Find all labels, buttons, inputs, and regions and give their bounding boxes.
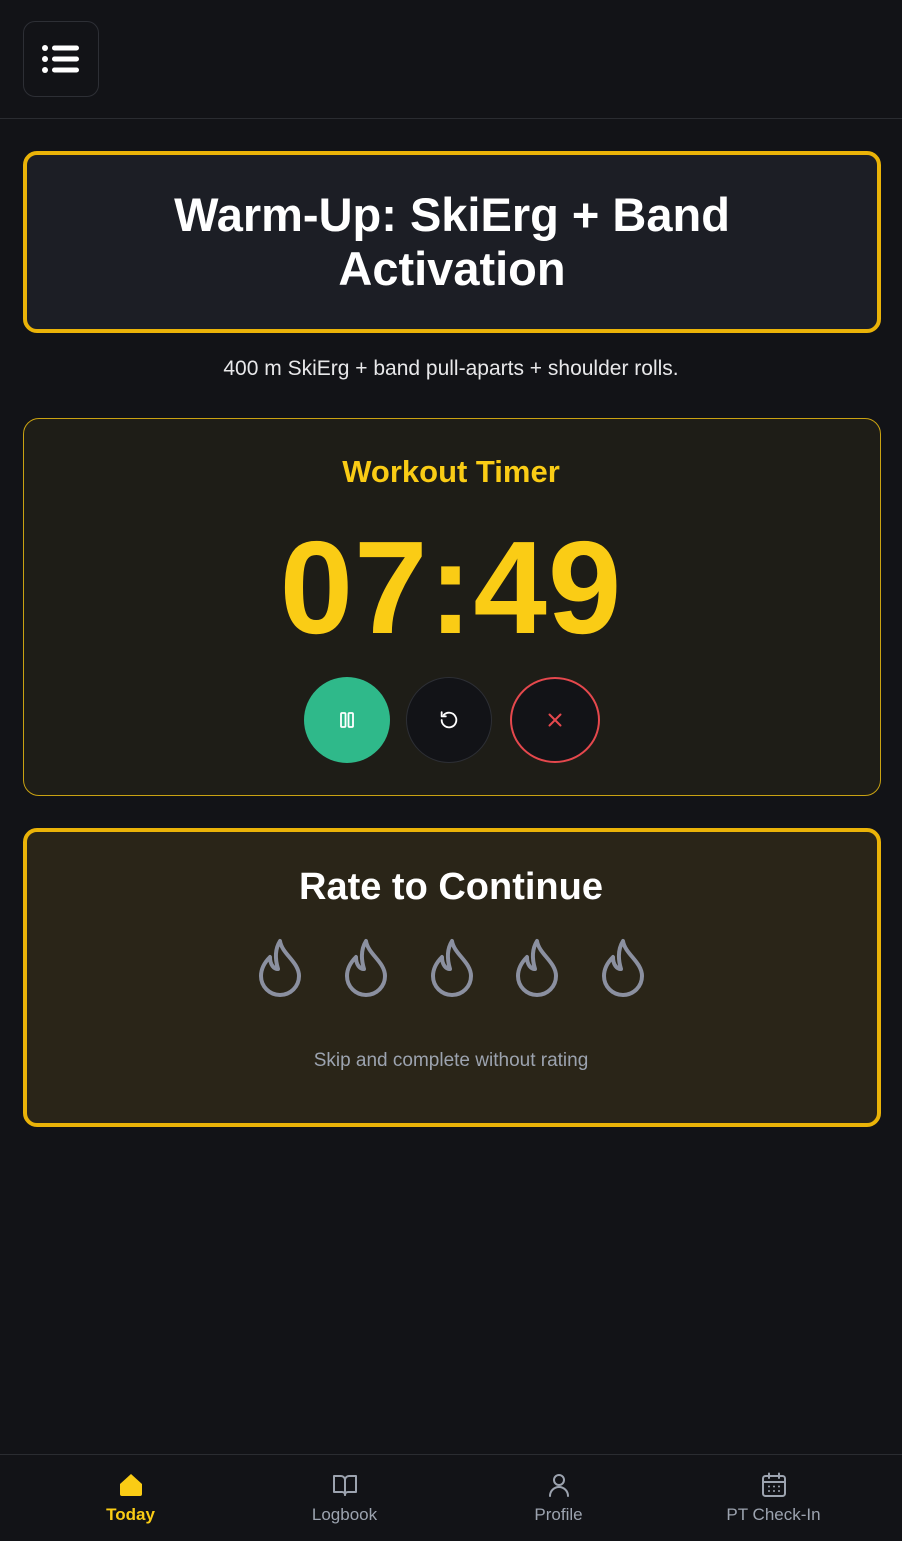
- workout-description: 400 m SkiErg + band pull-aparts + should…: [223, 357, 679, 380]
- list-icon: [42, 45, 79, 73]
- flame-icon-5[interactable]: [598, 938, 648, 998]
- workout-title-card: Warm-Up: SkiErg + Band Activation: [23, 151, 881, 333]
- nav-item-today[interactable]: Today: [18, 1455, 243, 1541]
- flame-icon-2[interactable]: [341, 938, 391, 998]
- reset-icon: [440, 711, 458, 729]
- nav-label-logbook: Logbook: [311, 1505, 378, 1524]
- user-icon: [545, 1471, 573, 1499]
- pause-icon: [340, 712, 354, 728]
- timer-value: 07:49: [279, 514, 623, 661]
- timer-label: Workout Timer: [342, 454, 560, 489]
- skip-rating-link[interactable]: Skip and complete without rating: [0, 1050, 902, 1072]
- bottom-nav: Today Logbook Profile PT Check-In: [0, 1454, 902, 1541]
- nav-item-pt-check-in[interactable]: PT Check-In: [661, 1455, 886, 1541]
- nav-label-today: Today: [106, 1505, 155, 1524]
- rating-title: Rate to Continue: [299, 866, 603, 908]
- flame-icon-4[interactable]: [512, 938, 562, 998]
- stop-button[interactable]: [510, 677, 600, 763]
- nav-label-profile: Profile: [534, 1505, 583, 1524]
- app-root: Warm-Up: SkiErg + Band Activation 400 m …: [0, 0, 902, 1541]
- nav-item-profile[interactable]: Profile: [446, 1455, 671, 1541]
- workout-title: Warm-Up: SkiErg + Band Activation: [174, 188, 730, 295]
- flame-icon-3[interactable]: [427, 938, 477, 998]
- menu-button[interactable]: [23, 21, 99, 97]
- pause-button[interactable]: [304, 677, 390, 763]
- nav-item-logbook[interactable]: Logbook: [232, 1455, 457, 1541]
- nav-label-pt-check-in: PT Check-In: [726, 1505, 821, 1524]
- flame-rating: [0, 938, 902, 1000]
- book-icon: [331, 1471, 359, 1499]
- top-bar: [0, 0, 902, 119]
- flame-icon-1[interactable]: [255, 938, 305, 998]
- reset-button[interactable]: [406, 677, 492, 763]
- calendar-icon: [760, 1471, 788, 1499]
- home-icon: [117, 1471, 145, 1499]
- close-icon: [548, 713, 562, 727]
